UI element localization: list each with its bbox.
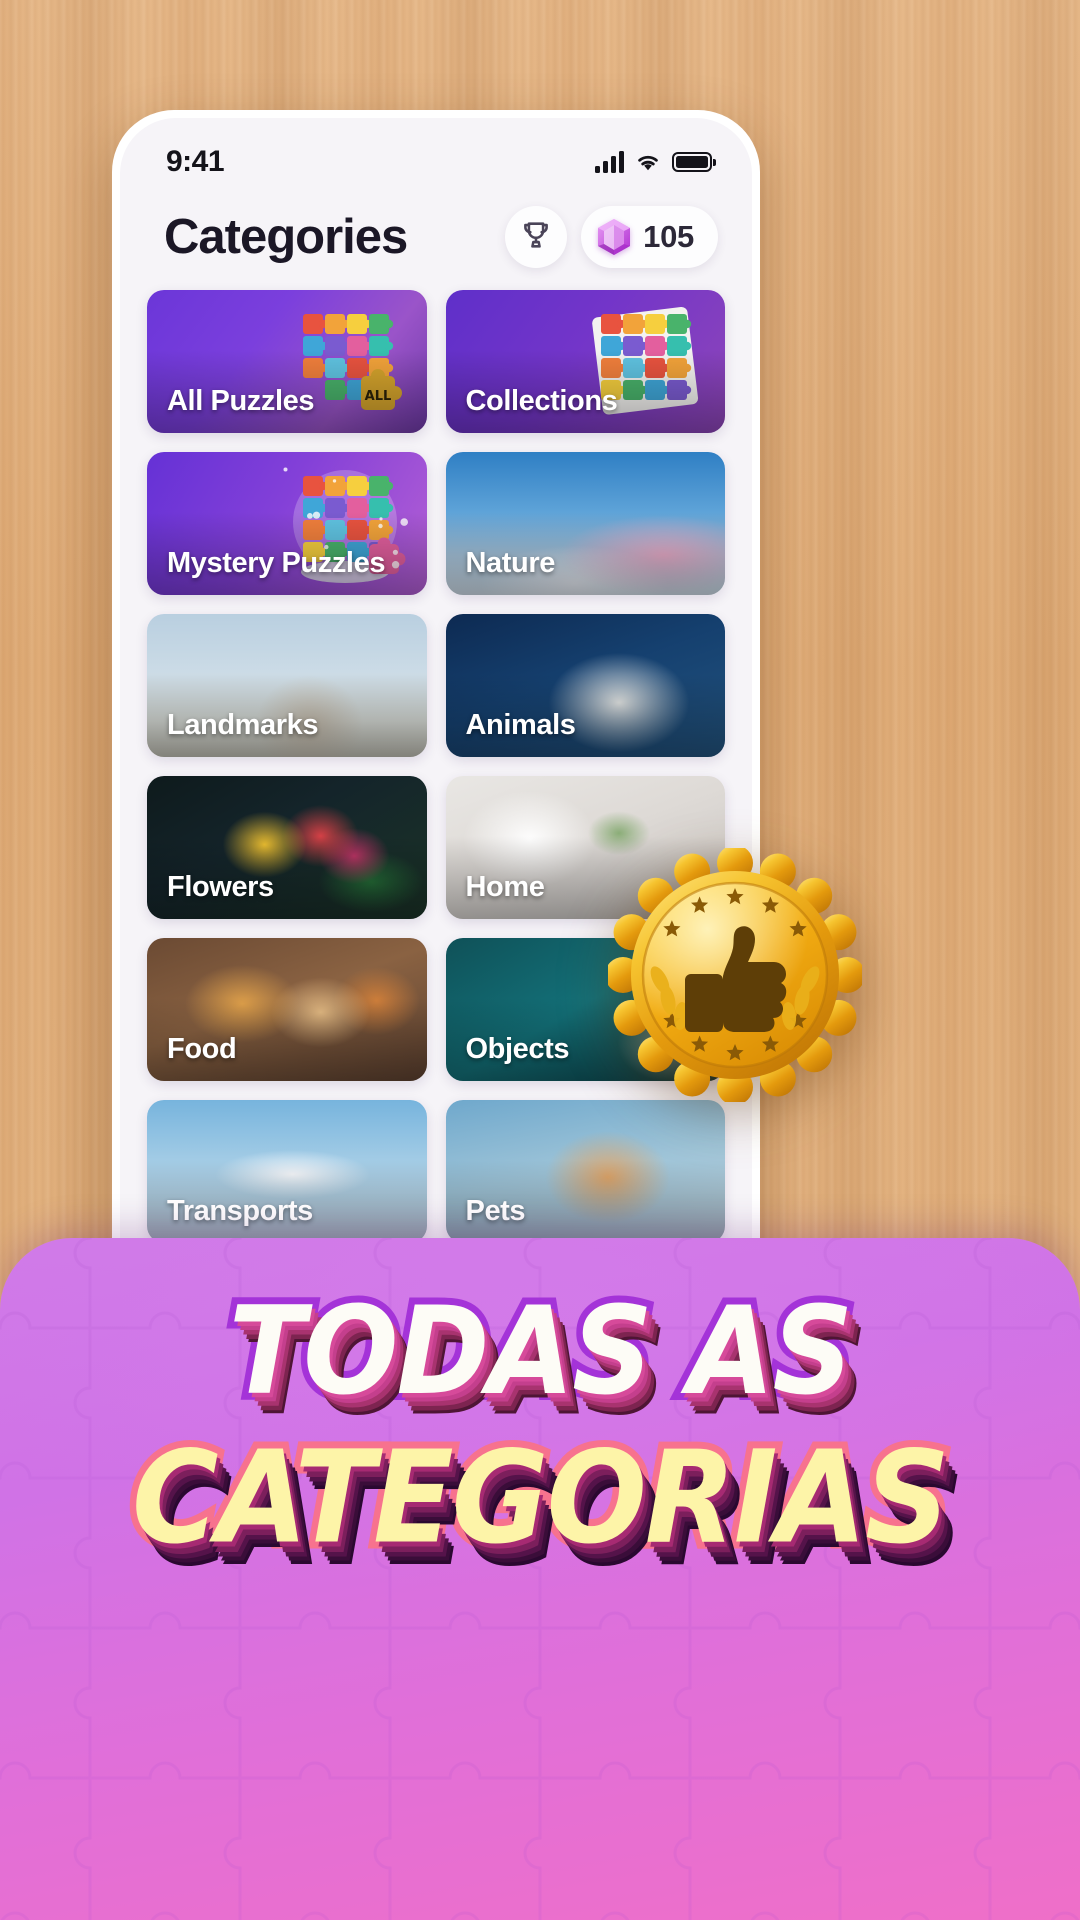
category-tile-label: Animals [466, 709, 576, 742]
category-tile-nature[interactable]: Nature [446, 452, 726, 595]
trophy-icon [519, 218, 553, 257]
category-tile-flowers[interactable]: Flowers [147, 776, 427, 919]
header-actions: 105 [505, 206, 718, 268]
app-header: Categories 105 [120, 192, 752, 290]
promo-banner: TODAS AS CATEGORIAS [0, 1238, 1080, 1920]
category-tile-animals[interactable]: Animals [446, 614, 726, 757]
cellular-signal-icon [595, 151, 624, 173]
category-tile-label: Pets [466, 1195, 526, 1228]
battery-full-icon [672, 152, 712, 172]
category-tile-label: Mystery Puzzles [167, 547, 385, 580]
trophy-button[interactable] [505, 206, 567, 268]
category-tile-all-puzzles[interactable]: ALLAll Puzzles [147, 290, 427, 433]
category-tile-label: Nature [466, 547, 555, 580]
gem-icon [597, 218, 631, 256]
category-tile-label: Landmarks [167, 709, 318, 742]
category-tile-transports[interactable]: Transports [147, 1100, 427, 1243]
category-tile-label: Home [466, 871, 545, 904]
banner-text: TODAS AS CATEGORIAS [0, 1296, 1080, 1556]
category-tile-landmarks[interactable]: Landmarks [147, 614, 427, 757]
status-bar: 9:41 [120, 118, 752, 192]
gem-currency-button[interactable]: 105 [581, 206, 718, 268]
category-tile-label: Transports [167, 1195, 313, 1228]
banner-line-1: TODAS AS [0, 1292, 1080, 1413]
category-tile-label: Food [167, 1033, 236, 1066]
promo-screenshot-stage: 9:41 Categories 105 All Puzzles Collecti… [0, 0, 1080, 1920]
gold-thumbs-up-award-badge [608, 848, 862, 1102]
page-title: Categories [164, 209, 407, 265]
category-tile-collections[interactable]: Collections [446, 290, 726, 433]
category-tile-pets[interactable]: Pets [446, 1100, 726, 1243]
category-tile-label: Flowers [167, 871, 274, 904]
app-screen: 9:41 Categories 105 All Puzzles Collecti… [120, 118, 752, 1290]
status-bar-time: 9:41 [166, 145, 224, 179]
category-tile-label: Collections [466, 385, 618, 418]
category-tile-food[interactable]: Food [147, 938, 427, 1081]
wifi-icon [635, 152, 661, 172]
status-bar-icons [595, 151, 712, 173]
category-tile-label: Objects [466, 1033, 570, 1066]
category-tile-mystery-puzzles[interactable]: Mystery Puzzles [147, 452, 427, 595]
gem-count: 105 [643, 219, 694, 255]
phone-mockup: 9:41 Categories 105 All Puzzles Collecti… [112, 110, 760, 1290]
category-tile-label: All Puzzles [167, 385, 314, 418]
banner-line-2: CATEGORIAS [0, 1433, 1080, 1560]
